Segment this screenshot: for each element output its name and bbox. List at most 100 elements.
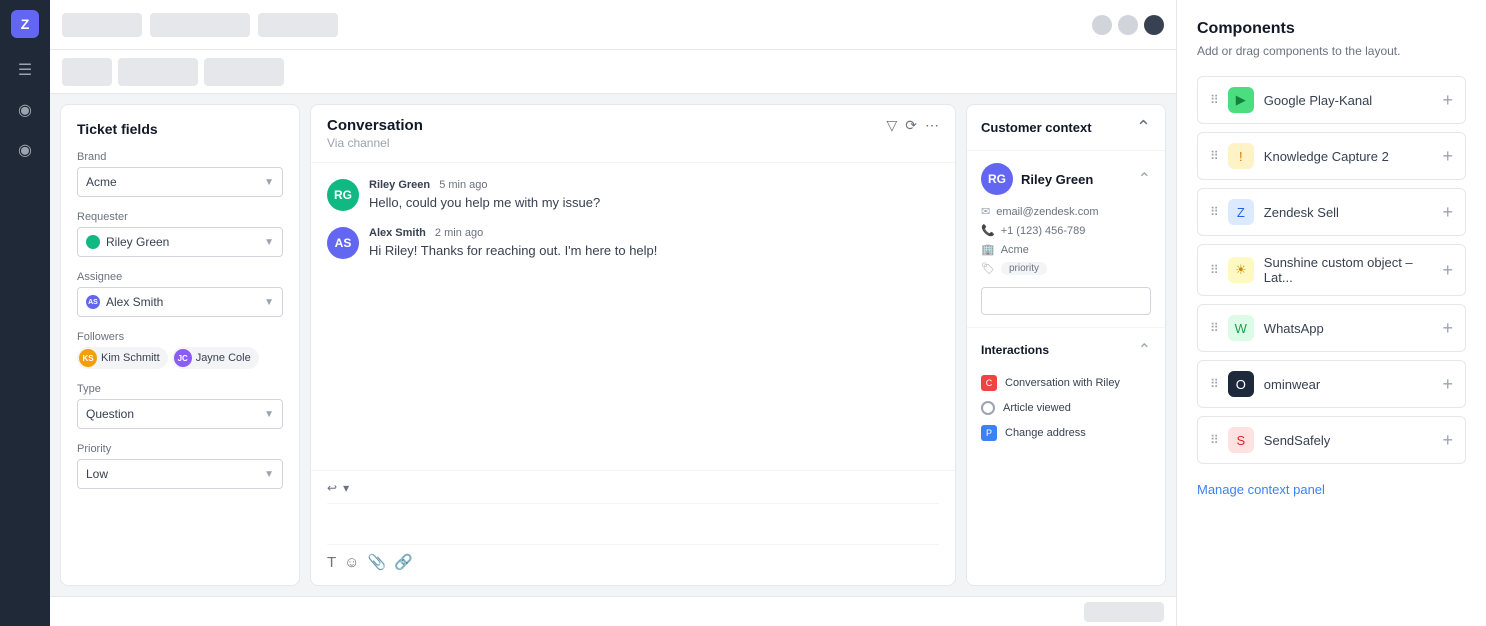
interaction-icon-0: C [981, 375, 997, 391]
toolbar-link-icon[interactable]: 🔗 [394, 553, 413, 571]
cx-avatar: RG [981, 163, 1013, 195]
cx-phone: +1 (123) 456-789 [1001, 225, 1086, 237]
requester-label: Requester [77, 211, 283, 223]
message-meta-1: Alex Smith 2 min ago [369, 227, 657, 239]
brand-select[interactable]: Acme ▼ [77, 167, 283, 197]
comp-add-btn-1[interactable]: + [1442, 147, 1453, 165]
cx-interactions-section: Interactions ⌃ C Conversation with Riley… [967, 328, 1165, 458]
requester-field: Requester Riley Green ▼ [77, 211, 283, 257]
toolbar-text-icon[interactable]: T [327, 554, 336, 571]
brand-label: Brand [77, 151, 283, 163]
comp-add-btn-3[interactable]: + [1442, 261, 1453, 279]
cx-customer-section: RG Riley Green ⌃ ✉ email@zendesk.com 📞 +… [967, 151, 1165, 328]
cx-email: email@zendesk.com [996, 206, 1098, 218]
cx-interactions-title: Interactions [981, 343, 1049, 357]
conv-header-actions: ▽ ⟳ ⋯ [886, 117, 939, 134]
interaction-label-2: Change address [1005, 427, 1086, 439]
nav-icon-users[interactable]: ◉ [9, 134, 41, 166]
interactions-collapse-icon[interactable]: ⌃ [1138, 340, 1151, 360]
format-icon-dropdown[interactable]: ▾ [343, 481, 349, 495]
sub-bar [50, 50, 1176, 94]
cx-header: Customer context ⌃ [967, 105, 1165, 151]
bottom-btn[interactable] [1084, 602, 1164, 622]
cx-collapse-icon[interactable]: ⌃ [1138, 169, 1151, 189]
message-sender-1: Alex Smith [369, 227, 426, 239]
interaction-item-0: C Conversation with Riley [981, 370, 1151, 396]
component-item-5: ⠿ O ominwear + [1197, 360, 1466, 408]
comp-drag-5[interactable]: ⠿ [1210, 377, 1218, 391]
comp-icon-6: S [1228, 427, 1254, 453]
message-time-0: 5 min ago [439, 179, 487, 191]
components-panel: Components Add or drag components to the… [1176, 0, 1486, 626]
comp-icon-4: W [1228, 315, 1254, 341]
conv-toolbar: T ☺ 📎 🔗 [327, 544, 939, 575]
top-tab-2[interactable] [150, 13, 250, 37]
cx-expand-icon[interactable]: ⌃ [1136, 117, 1151, 138]
conv-header-left: Conversation Via channel [327, 117, 423, 150]
manage-link[interactable]: Manage context panel [1197, 482, 1325, 497]
comp-add-btn-0[interactable]: + [1442, 91, 1453, 109]
message-text-0: Hello, could you help me with my issue? [369, 195, 600, 210]
comp-label-1: Knowledge Capture 2 [1264, 149, 1433, 164]
cx-customer-name: Riley Green [1021, 172, 1093, 187]
comp-drag-3[interactable]: ⠿ [1210, 263, 1218, 277]
history-icon[interactable]: ⟳ [905, 117, 917, 134]
component-item-0: ⠿ ▶ Google Play-Kanal + [1197, 76, 1466, 124]
format-icon-reply[interactable]: ↩ [327, 481, 337, 495]
cx-notes-input[interactable] [981, 287, 1151, 315]
top-tab-1[interactable] [62, 13, 142, 37]
nav-icon-tickets[interactable]: ◉ [9, 94, 41, 126]
cx-header-actions: ⌃ [1136, 117, 1151, 138]
conversation-subtitle: Via channel [327, 136, 423, 150]
comp-drag-2[interactable]: ⠿ [1210, 205, 1218, 219]
requester-arrow: ▼ [264, 237, 274, 248]
follower-chip-1: JC Jayne Cole [172, 347, 259, 369]
cx-customer-header: RG Riley Green ⌃ [981, 163, 1151, 195]
more-icon[interactable]: ⋯ [925, 117, 939, 134]
comp-icon-1: ! [1228, 143, 1254, 169]
follower-chip-0: KS Kim Schmitt [77, 347, 168, 369]
toolbar-attach-icon[interactable]: 📎 [368, 553, 387, 571]
comp-add-btn-4[interactable]: + [1442, 319, 1453, 337]
conversation-footer: ↩ ▾ T ☺ 📎 🔗 [311, 470, 955, 585]
sub-btn-3[interactable] [204, 58, 284, 86]
followers-label: Followers [77, 331, 283, 343]
cx-phone-row: 📞 +1 (123) 456-789 [981, 224, 1151, 237]
filter-icon[interactable]: ▽ [886, 117, 897, 134]
comp-add-btn-5[interactable]: + [1442, 375, 1453, 393]
requester-dot [86, 235, 100, 249]
priority-select[interactable]: Low ▼ [77, 459, 283, 489]
type-field: Type Question ▼ [77, 383, 283, 429]
assignee-select[interactable]: AS Alex Smith ▼ [77, 287, 283, 317]
message-meta-0: Riley Green 5 min ago [369, 179, 600, 191]
comp-label-3: Sunshine custom object – Lat... [1264, 255, 1433, 285]
comp-drag-4[interactable]: ⠿ [1210, 321, 1218, 335]
nav-icon-home[interactable]: ☰ [9, 54, 41, 86]
type-select[interactable]: Question ▼ [77, 399, 283, 429]
message-time-1: 2 min ago [435, 227, 483, 239]
message-avatar-1: AS [327, 227, 359, 259]
assignee-field: Assignee AS Alex Smith ▼ [77, 271, 283, 317]
comp-drag-1[interactable]: ⠿ [1210, 149, 1218, 163]
sub-btn-1[interactable] [62, 58, 112, 86]
comp-label-5: ominwear [1264, 377, 1433, 392]
cx-company-row: 🏢 Acme [981, 243, 1151, 256]
interaction-label-1: Article viewed [1003, 402, 1071, 414]
interaction-icon-2: P [981, 425, 997, 441]
message-sender-0: Riley Green [369, 179, 430, 191]
customer-context-panel: Customer context ⌃ RG Riley Green ⌃ ✉ em… [966, 104, 1166, 586]
comp-add-btn-2[interactable]: + [1442, 203, 1453, 221]
sub-btn-2[interactable] [118, 58, 198, 86]
comp-add-btn-6[interactable]: + [1442, 431, 1453, 449]
component-list: ⠿ ▶ Google Play-Kanal + ⠿ ! Knowledge Ca… [1197, 76, 1466, 464]
comp-drag-6[interactable]: ⠿ [1210, 433, 1218, 447]
reply-area[interactable] [327, 504, 939, 544]
interaction-item-1: Article viewed [981, 396, 1151, 420]
top-tab-3[interactable] [258, 13, 338, 37]
comp-drag-0[interactable]: ⠿ [1210, 93, 1218, 107]
toolbar-emoji-icon[interactable]: ☺ [344, 554, 359, 571]
comp-label-0: Google Play-Kanal [1264, 93, 1433, 108]
follower-name-0: Kim Schmitt [101, 352, 160, 364]
message-content-1: Alex Smith 2 min ago Hi Riley! Thanks fo… [369, 227, 657, 258]
requester-select[interactable]: Riley Green ▼ [77, 227, 283, 257]
